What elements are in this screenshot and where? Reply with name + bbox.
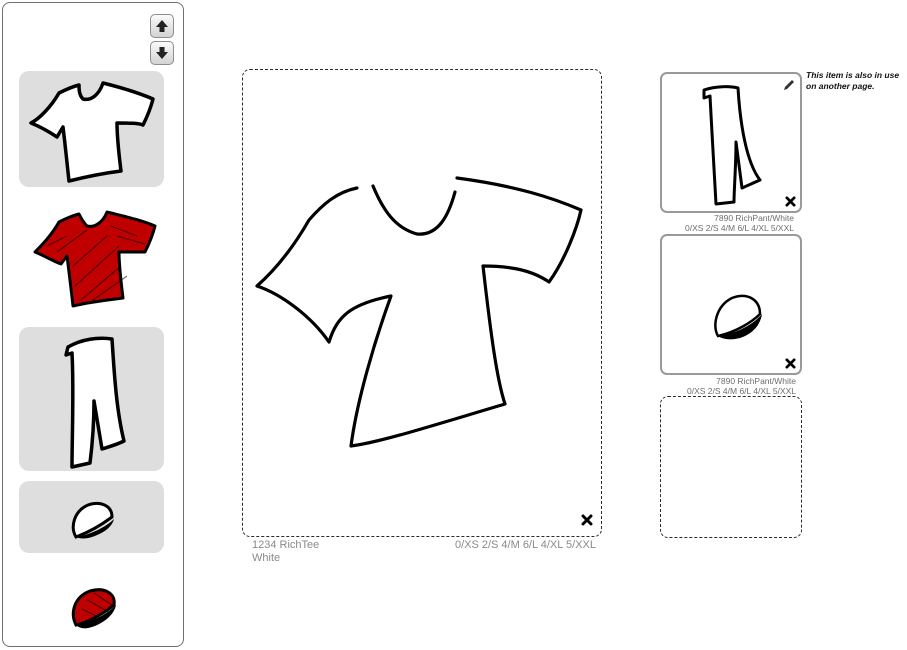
close-icon bbox=[581, 514, 593, 526]
side-product-slot[interactable] bbox=[660, 72, 802, 213]
edit-button[interactable] bbox=[782, 78, 798, 94]
scroll-down-button[interactable] bbox=[150, 41, 174, 65]
side-product-caption: 7890 RichPant/White 0/XS 2/S 4/M 6/L 4/X… bbox=[640, 376, 796, 396]
tshirt-icon bbox=[33, 210, 156, 308]
sidebar-item-red-tee[interactable] bbox=[19, 203, 164, 313]
sidebar-item-white-pant[interactable] bbox=[19, 327, 164, 471]
side-product-id: 7890 RichPant/White bbox=[714, 213, 794, 223]
remove-button[interactable] bbox=[580, 513, 594, 527]
empty-product-slot[interactable] bbox=[660, 396, 802, 538]
sidebar-item-red-hat[interactable] bbox=[19, 569, 164, 641]
side-product-caption: 7890 RichPant/White 0/XS 2/S 4/M 6/L 4/X… bbox=[640, 213, 794, 233]
tshirt-icon bbox=[28, 81, 155, 183]
product-caption: 1234 RichTee White bbox=[252, 539, 412, 565]
product-id-name: 1234 RichTee bbox=[252, 539, 320, 551]
product-color: White bbox=[252, 552, 281, 564]
pants-icon bbox=[63, 336, 126, 469]
hat-icon bbox=[71, 588, 116, 629]
tshirt-icon bbox=[255, 176, 583, 448]
product-sizes: 0/XS 2/S 4/M 6/L 4/XL 5/XXL bbox=[454, 539, 596, 551]
close-icon bbox=[784, 195, 796, 207]
close-icon bbox=[784, 357, 796, 369]
side-product-sizes: 0/XS 2/S 4/M 6/L 4/XL 5/XXL bbox=[685, 223, 794, 233]
scroll-up-button[interactable] bbox=[150, 14, 174, 38]
arrow-down-icon bbox=[156, 47, 168, 59]
pants-icon bbox=[702, 85, 762, 206]
in-use-note: This item is also in use on another page… bbox=[806, 70, 900, 91]
side-product-slot[interactable] bbox=[660, 234, 802, 375]
sidebar-item-white-tee[interactable] bbox=[19, 71, 164, 187]
arrow-up-icon bbox=[156, 20, 168, 32]
sidebar-item-white-hat[interactable] bbox=[19, 481, 164, 553]
hat-icon bbox=[714, 294, 762, 340]
side-product-id: 7890 RichPant/White bbox=[716, 376, 796, 386]
side-product-sizes: 0/XS 2/S 4/M 6/L 4/XL 5/XXL bbox=[687, 386, 796, 396]
remove-button[interactable] bbox=[783, 356, 797, 370]
hat-icon bbox=[71, 502, 114, 539]
pencil-icon bbox=[784, 80, 794, 90]
main-product-slot[interactable] bbox=[242, 69, 602, 537]
remove-button[interactable] bbox=[783, 194, 797, 208]
product-sidebar bbox=[2, 2, 184, 647]
